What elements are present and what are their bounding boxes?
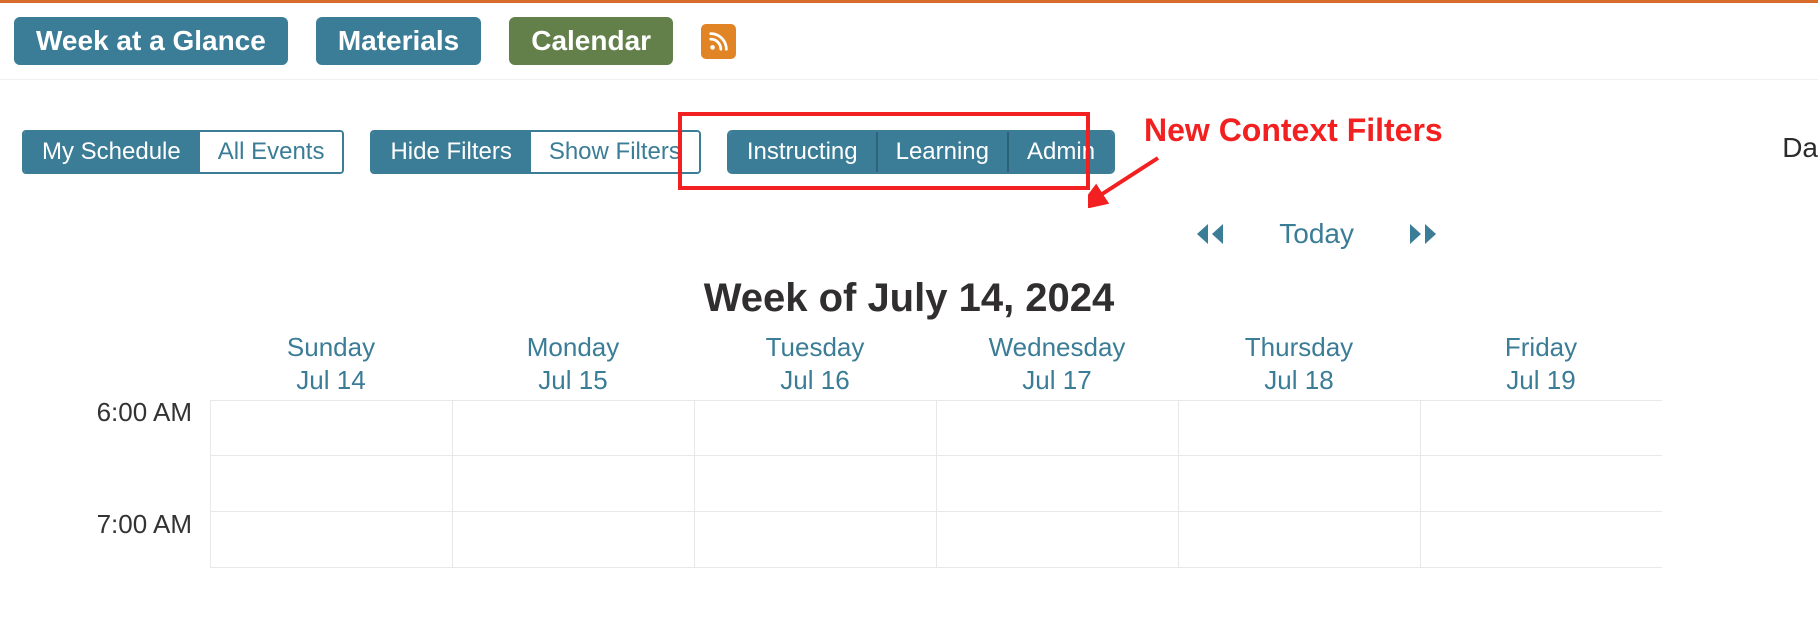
grid-cell[interactable] bbox=[695, 456, 936, 512]
day-of-week-label: Sunday bbox=[210, 331, 452, 364]
week-at-a-glance-tab[interactable]: Week at a Glance bbox=[14, 17, 288, 65]
materials-tab[interactable]: Materials bbox=[316, 17, 481, 65]
day-of-week-label: Friday bbox=[1420, 331, 1662, 364]
grid-cell[interactable] bbox=[211, 400, 452, 456]
top-tab-bar: Week at a Glance Materials Calendar bbox=[0, 3, 1818, 80]
day-date-label: Jul 18 bbox=[1178, 364, 1420, 397]
week-title: Week of July 14, 2024 bbox=[0, 258, 1818, 331]
filter-row: My Schedule All Events Hide Filters Show… bbox=[0, 80, 1818, 194]
day-header-row: Sunday Jul 14 Monday Jul 15 Tuesday Jul … bbox=[210, 331, 1818, 400]
calendar-tab[interactable]: Calendar bbox=[509, 17, 673, 65]
my-schedule-button[interactable]: My Schedule bbox=[24, 132, 199, 172]
admin-filter-button[interactable]: Admin bbox=[1007, 132, 1113, 172]
instructing-filter-button[interactable]: Instructing bbox=[729, 132, 876, 172]
grid-cell[interactable] bbox=[1179, 456, 1420, 512]
day-of-week-label: Tuesday bbox=[694, 331, 936, 364]
grid-cell[interactable] bbox=[1179, 512, 1420, 568]
day-date-label: Jul 14 bbox=[210, 364, 452, 397]
schedule-toggle-group: My Schedule All Events bbox=[22, 130, 344, 174]
context-filter-group: Instructing Learning Admin bbox=[727, 130, 1115, 174]
grid-cell[interactable] bbox=[937, 512, 1178, 568]
day-column-sunday[interactable] bbox=[210, 400, 452, 568]
day-column-thursday[interactable] bbox=[1178, 400, 1420, 568]
day-of-week-label: Wednesday bbox=[936, 331, 1178, 364]
grid-cell[interactable] bbox=[453, 456, 694, 512]
day-date-label: Jul 16 bbox=[694, 364, 936, 397]
day-date-label: Jul 19 bbox=[1420, 364, 1662, 397]
grid-cell[interactable] bbox=[937, 400, 1178, 456]
day-of-week-label: Thursday bbox=[1178, 331, 1420, 364]
day-header-thursday[interactable]: Thursday Jul 18 bbox=[1178, 331, 1420, 400]
grid-cell[interactable] bbox=[695, 400, 936, 456]
prev-week-button[interactable] bbox=[1193, 221, 1227, 247]
day-date-label: Jul 17 bbox=[936, 364, 1178, 397]
grid-cell[interactable] bbox=[1421, 512, 1662, 568]
day-date-label: Jul 15 bbox=[452, 364, 694, 397]
grid-cell[interactable] bbox=[1179, 400, 1420, 456]
calendar-grid: 6:00 AM 7:00 AM Sunday Jul 14 Monday Jul… bbox=[0, 331, 1818, 568]
grid-cell[interactable] bbox=[937, 456, 1178, 512]
day-header-wednesday[interactable]: Wednesday Jul 17 bbox=[936, 331, 1178, 400]
grid-cell[interactable] bbox=[453, 400, 694, 456]
next-week-button[interactable] bbox=[1406, 221, 1440, 247]
day-header-tuesday[interactable]: Tuesday Jul 16 bbox=[694, 331, 936, 400]
hide-filters-button[interactable]: Hide Filters bbox=[372, 132, 529, 172]
partial-right-text: Da bbox=[1782, 132, 1818, 164]
filter-visibility-group: Hide Filters Show Filters bbox=[370, 130, 700, 174]
grid-cell[interactable] bbox=[453, 512, 694, 568]
day-of-week-label: Monday bbox=[452, 331, 694, 364]
show-filters-button[interactable]: Show Filters bbox=[530, 132, 699, 172]
time-label: 6:00 AM bbox=[0, 399, 210, 511]
day-column-tuesday[interactable] bbox=[694, 400, 936, 568]
day-header-sunday[interactable]: Sunday Jul 14 bbox=[210, 331, 452, 400]
grid-cell[interactable] bbox=[211, 512, 452, 568]
annotation-label: New Context Filters bbox=[1144, 112, 1443, 149]
time-label: 7:00 AM bbox=[0, 511, 210, 623]
rss-icon[interactable] bbox=[701, 24, 736, 59]
grid-cell[interactable] bbox=[695, 512, 936, 568]
day-header-monday[interactable]: Monday Jul 15 bbox=[452, 331, 694, 400]
day-column-monday[interactable] bbox=[452, 400, 694, 568]
day-header-friday[interactable]: Friday Jul 19 bbox=[1420, 331, 1662, 400]
day-column-wednesday[interactable] bbox=[936, 400, 1178, 568]
today-button[interactable]: Today bbox=[1279, 218, 1354, 250]
time-grid-body bbox=[210, 400, 1818, 568]
day-column-friday[interactable] bbox=[1420, 400, 1662, 568]
grid-cell[interactable] bbox=[1421, 400, 1662, 456]
learning-filter-button[interactable]: Learning bbox=[876, 132, 1007, 172]
all-events-button[interactable]: All Events bbox=[199, 132, 343, 172]
grid-cell[interactable] bbox=[211, 456, 452, 512]
time-label-column: 6:00 AM 7:00 AM bbox=[0, 399, 210, 623]
grid-cell[interactable] bbox=[1421, 456, 1662, 512]
calendar-nav-row: Today bbox=[0, 194, 1818, 258]
